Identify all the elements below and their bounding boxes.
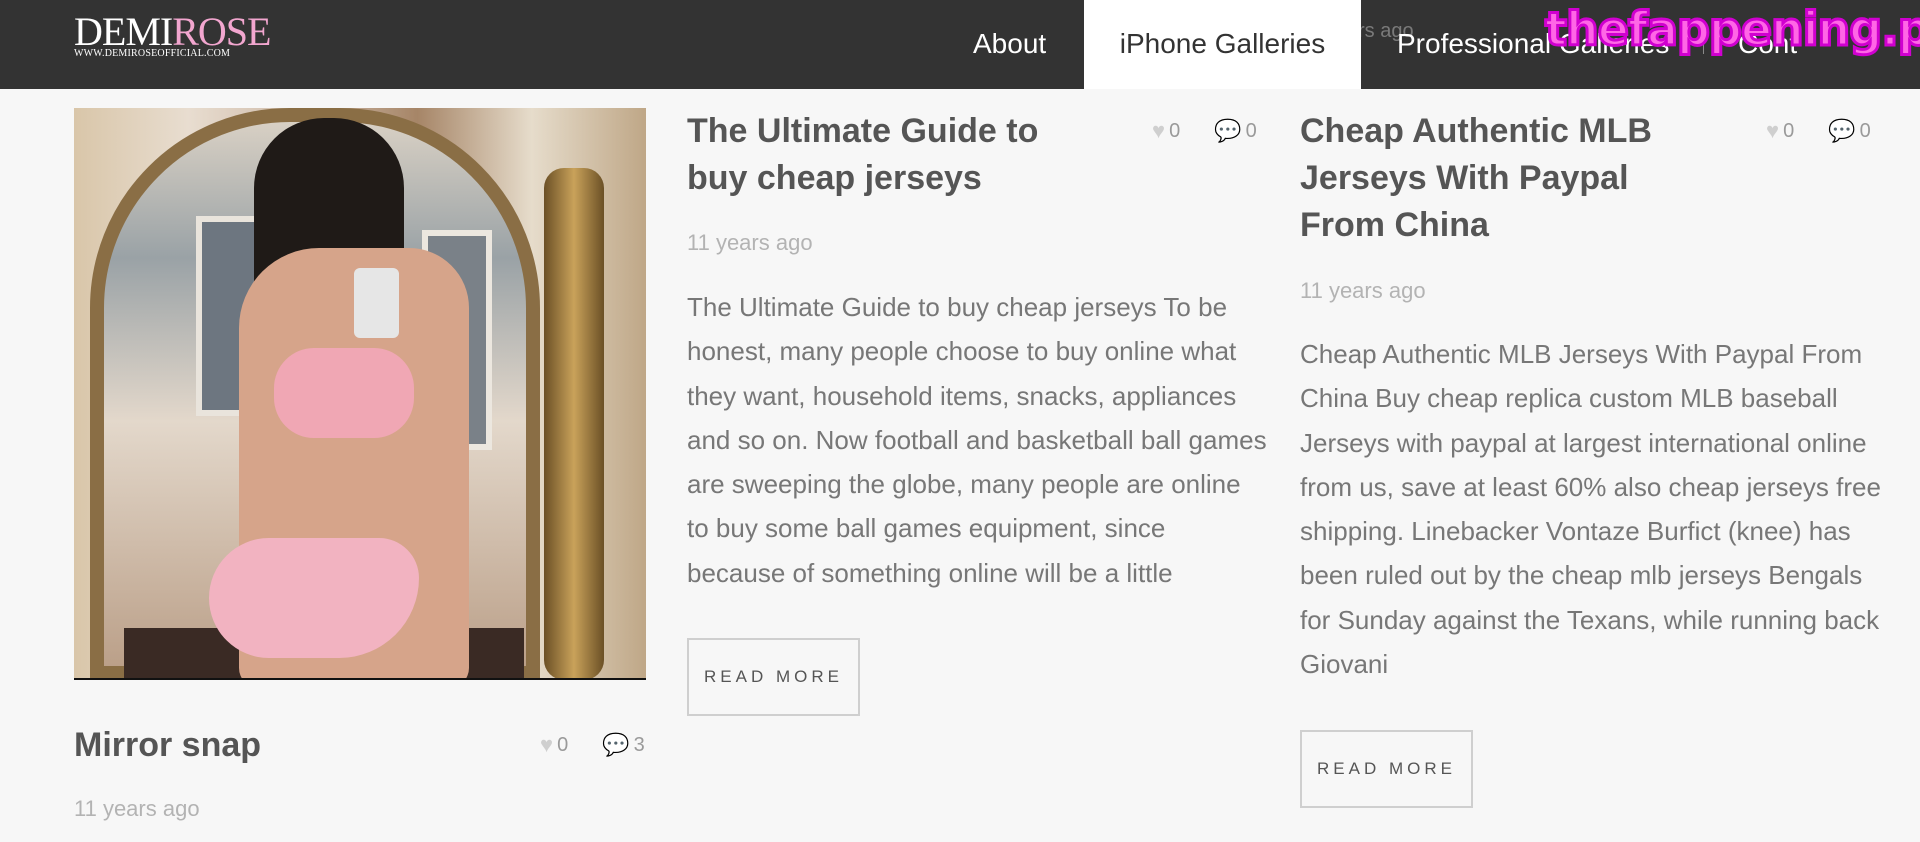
logo-wordmark: DEMIROSE (74, 9, 271, 54)
like-count: 0 (1783, 119, 1795, 142)
post-title[interactable]: The Ultimate Guide to buy cheap jerseys (687, 108, 1087, 202)
nav-iphone-galleries[interactable]: iPhone Galleries (1084, 0, 1361, 89)
watermark-overlay: thefappening.plus (1544, 1, 1920, 58)
post-date: 11 years ago (1300, 278, 1426, 303)
read-more-button[interactable]: READ MORE (687, 638, 860, 716)
top-navigation-bar: DEMIROSE WWW.DEMIROSEOFFICIAL.COM rs ago… (0, 0, 1920, 89)
post-title[interactable]: Mirror snap (74, 722, 261, 769)
comment-icon[interactable]: 💬 (1214, 118, 1241, 144)
site-logo[interactable]: DEMIROSE WWW.DEMIROSEOFFICIAL.COM (74, 12, 274, 62)
comment-icon[interactable]: 💬 (1828, 118, 1855, 144)
read-more-button[interactable]: READ MORE (1300, 730, 1473, 808)
comment-icon[interactable]: 💬 (602, 732, 629, 758)
post-date: 11 years ago (74, 796, 200, 821)
post-thumbnail-image[interactable] (74, 108, 646, 680)
post-excerpt: The Ultimate Guide to buy cheap jerseys … (687, 292, 1267, 588)
heart-icon[interactable]: ♥ (1766, 118, 1779, 144)
post-meta: ♥ 0 💬 3 (540, 732, 645, 758)
heart-icon[interactable]: ♥ (540, 732, 553, 758)
post-meta: ♥ 0 💬 0 (1766, 118, 1871, 144)
photo (74, 108, 646, 680)
post-date: 11 years ago (687, 230, 813, 255)
comment-count: 0 (1245, 119, 1257, 142)
nav-about[interactable]: About (973, 0, 1046, 89)
like-count: 0 (557, 733, 569, 756)
heart-icon[interactable]: ♥ (1152, 118, 1165, 144)
comment-count: 3 (633, 733, 645, 756)
post-title[interactable]: Cheap Authentic MLB Jerseys With Paypal … (1300, 108, 1700, 249)
post-meta: ♥ 0 💬 0 (1152, 118, 1257, 144)
like-count: 0 (1169, 119, 1181, 142)
post-excerpt: Cheap Authentic MLB Jerseys With Paypal … (1300, 339, 1881, 680)
comment-count: 0 (1859, 119, 1871, 142)
